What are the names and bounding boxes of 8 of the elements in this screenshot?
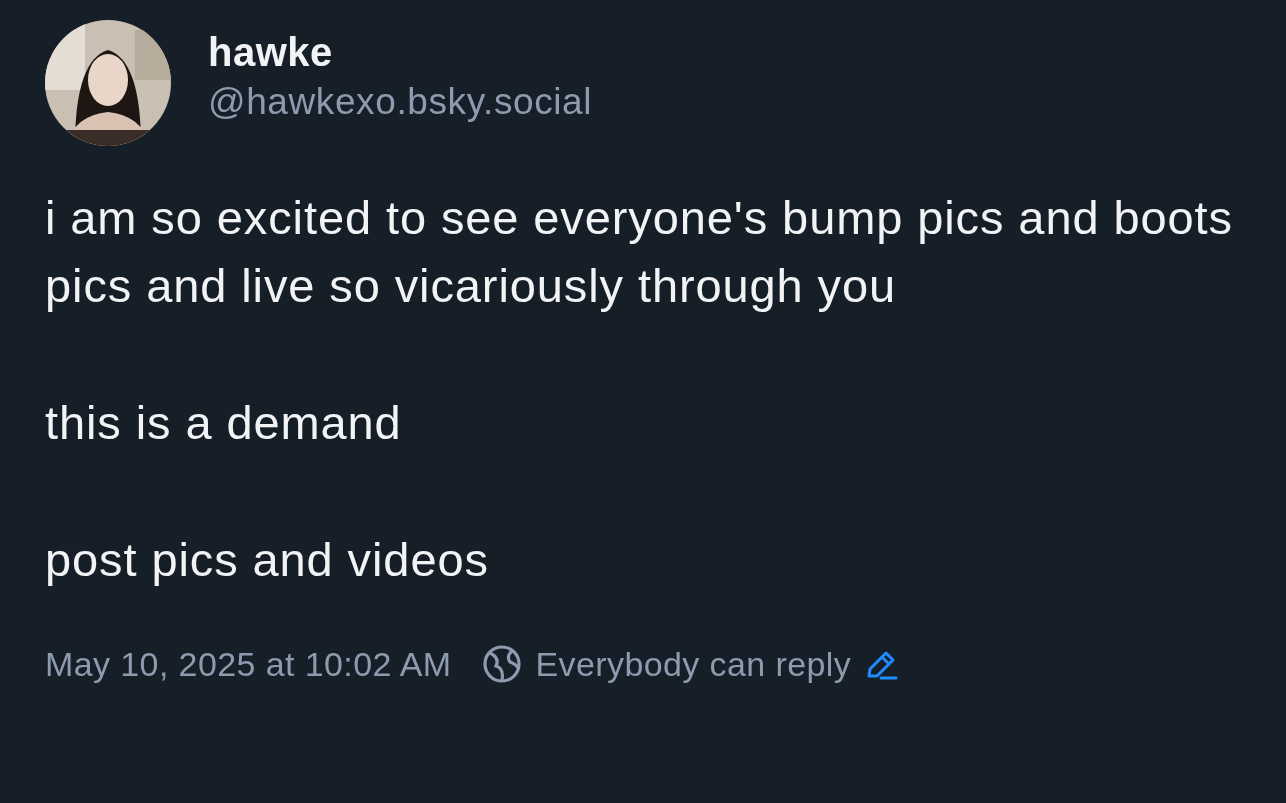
display-name[interactable]: hawke [208, 29, 593, 75]
timestamp: May 10, 2025 at 10:02 AM [45, 644, 452, 684]
post-paragraph: this is a demand [45, 395, 403, 451]
post-paragraph: i am so excited to see everyone's bump pics and boots pics and live so vicariously through you [45, 190, 1234, 314]
post-paragraph: post pics and videos [45, 532, 490, 588]
globe-icon [481, 644, 522, 684]
reply-setting-text: Everybody can reply [535, 644, 852, 684]
user-handle[interactable]: @hawkexo.bsky.social [208, 80, 593, 123]
